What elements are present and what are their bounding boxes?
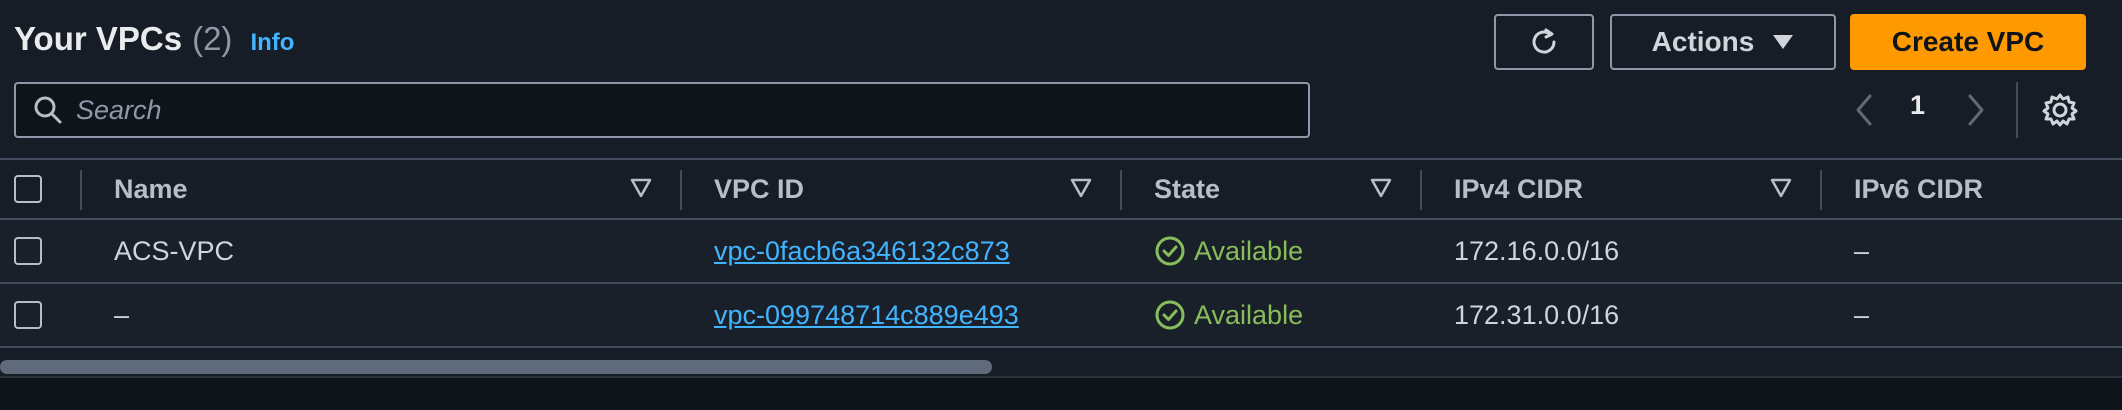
- vpc-id-link[interactable]: vpc-099748714c889e493: [714, 284, 1019, 346]
- caret-down-icon: [1773, 35, 1794, 49]
- sort-icon: [1370, 178, 1392, 198]
- check-circle-icon: [1155, 236, 1185, 266]
- scrollbar-thumb[interactable]: [0, 360, 992, 374]
- column-separator[interactable]: [1420, 170, 1422, 210]
- refresh-icon: [1532, 28, 1556, 54]
- row-checkbox[interactable]: [14, 301, 42, 329]
- horizontal-scrollbar[interactable]: [0, 356, 2122, 376]
- refresh-button[interactable]: [1494, 14, 1594, 70]
- column-separator[interactable]: [680, 170, 682, 210]
- column-header-name[interactable]: Name: [114, 160, 188, 218]
- ipv4-cidr: 172.31.0.0/16: [1454, 299, 1620, 330]
- actions-label: Actions: [1651, 26, 1755, 57]
- table-row[interactable]: – vpc-099748714c889e493 Available 172.31…: [0, 284, 2122, 348]
- chevron-left-icon: [1856, 94, 1872, 126]
- table-row[interactable]: ACS-VPC vpc-0facb6a346132c873 Available …: [0, 220, 2122, 284]
- panel-bottom-border: [0, 376, 2122, 378]
- sort-icon: [630, 178, 652, 198]
- vpc-table: Name VPC ID State IPv4 CIDR IPv6 CIDR AC…: [0, 158, 2122, 348]
- pagination-divider: [2016, 82, 2018, 138]
- next-page-button[interactable]: [1964, 86, 1988, 134]
- column-separator: [80, 170, 82, 210]
- sort-icon: [1770, 178, 1792, 198]
- search-input[interactable]: [76, 84, 1308, 136]
- vpc-panel: Your VPCs (2) Info Actions Create VPC 1: [0, 0, 2122, 378]
- page-title-text: Your VPCs: [14, 20, 183, 57]
- actions-button[interactable]: Actions: [1610, 14, 1836, 70]
- chevron-right-icon: [1968, 94, 1984, 126]
- current-page-number[interactable]: 1: [1910, 90, 1925, 121]
- column-header-vpc-id[interactable]: VPC ID: [714, 160, 804, 218]
- ipv6-cidr: –: [1854, 299, 1870, 330]
- vpc-state: Available: [1154, 220, 1303, 282]
- vpc-id-link[interactable]: vpc-0facb6a346132c873: [714, 220, 1010, 282]
- page-title: Your VPCs (2) Info: [14, 20, 294, 58]
- ipv6-cidr: –: [1854, 235, 1870, 266]
- column-header-ipv6-cidr[interactable]: IPv6 CIDR: [1854, 160, 1983, 218]
- gear-icon: [2042, 93, 2078, 127]
- ipv4-cidr: 172.16.0.0/16: [1454, 235, 1620, 266]
- previous-page-button[interactable]: [1852, 86, 1876, 134]
- vpc-state-label: Available: [1194, 235, 1304, 266]
- vpc-name: –: [114, 299, 130, 330]
- vpc-state-label: Available: [1194, 299, 1304, 330]
- search-field[interactable]: [14, 82, 1310, 138]
- column-separator[interactable]: [1120, 170, 1122, 210]
- table-header: Name VPC ID State IPv4 CIDR IPv6 CIDR: [0, 158, 2122, 220]
- column-separator[interactable]: [1820, 170, 1822, 210]
- row-checkbox[interactable]: [14, 237, 42, 265]
- select-all-checkbox[interactable]: [14, 175, 42, 203]
- vpc-name: ACS-VPC: [114, 235, 235, 266]
- preferences-button[interactable]: [2040, 90, 2080, 135]
- vpc-state: Available: [1154, 284, 1303, 346]
- search-icon: [34, 96, 62, 124]
- info-link[interactable]: Info: [250, 29, 294, 57]
- column-header-state[interactable]: State: [1154, 160, 1220, 218]
- sort-icon: [1070, 178, 1092, 198]
- vpc-count: (2): [192, 20, 233, 57]
- check-circle-icon: [1155, 300, 1185, 330]
- column-header-ipv4-cidr[interactable]: IPv4 CIDR: [1454, 160, 1583, 218]
- create-vpc-button[interactable]: Create VPC: [1850, 14, 2086, 70]
